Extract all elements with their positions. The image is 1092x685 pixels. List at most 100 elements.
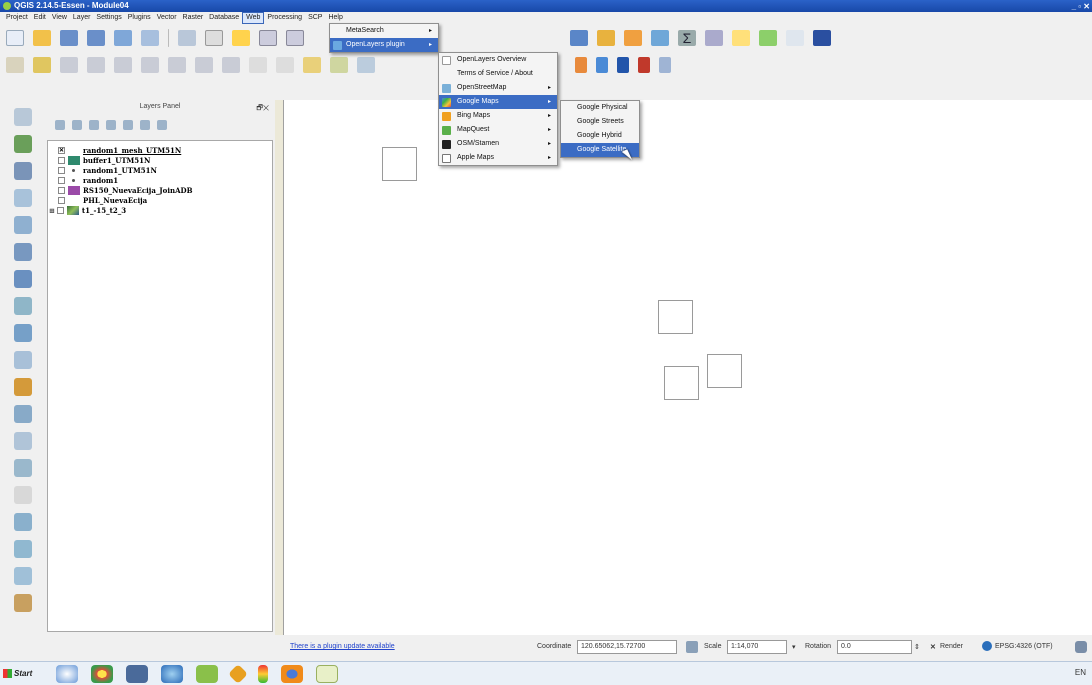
touch-zoom-icon[interactable]: [178, 30, 196, 46]
add-vector-layer-icon[interactable]: [13, 108, 32, 126]
print-composer-icon[interactable]: [114, 30, 132, 46]
menu-item-openlayers-plugin[interactable]: OpenLayers plugin ▸: [330, 38, 438, 52]
pin-labels-icon[interactable]: [330, 57, 348, 73]
panel-float-close-buttons[interactable]: 🗗✕: [256, 102, 269, 116]
add-part-icon[interactable]: [13, 540, 32, 558]
render-label[interactable]: Render: [940, 643, 963, 650]
add-spatialite-layer-icon[interactable]: [13, 189, 32, 207]
redo-icon[interactable]: [276, 57, 294, 73]
copy-features-icon[interactable]: [195, 57, 213, 73]
menu-plugins[interactable]: Plugins: [125, 12, 154, 24]
scp-icon[interactable]: [617, 57, 629, 73]
system-tray-language[interactable]: EN: [1075, 668, 1086, 677]
rotation-stepper-icon[interactable]: ⇕: [914, 643, 920, 651]
georeferencer-icon[interactable]: [596, 57, 608, 73]
render-checkbox-icon[interactable]: ✕: [930, 643, 936, 651]
firefox-taskbar-icon[interactable]: [281, 664, 303, 683]
coordinate-field[interactable]: 120.65062,15.72700: [577, 640, 677, 654]
new-shapefile-icon[interactable]: [13, 432, 32, 450]
menu-item-bing-maps[interactable]: Bing Maps ▸: [439, 109, 557, 123]
collapse-all-icon[interactable]: [140, 120, 150, 130]
layer-visibility-checkbox[interactable]: ✕: [58, 146, 65, 154]
layer-name[interactable]: t1_-15_t2_3: [82, 206, 126, 215]
pan-hand-icon[interactable]: [205, 30, 223, 46]
composer-manager-icon[interactable]: [141, 30, 159, 46]
layer-visibility-checkbox[interactable]: [58, 176, 65, 184]
menu-edit[interactable]: Edit: [31, 12, 49, 24]
layer-name[interactable]: PHL_NuevaEcija: [83, 196, 147, 205]
coordinate-toggle-icon[interactable]: [686, 641, 698, 653]
layer-name[interactable]: random1: [83, 176, 118, 185]
menu-item-apple-maps[interactable]: Apple Maps ▸: [439, 151, 557, 165]
layer-visibility-checkbox[interactable]: [58, 196, 65, 204]
menu-raster[interactable]: Raster: [180, 12, 207, 24]
layer-name[interactable]: random1_mesh_UTM51N: [83, 146, 181, 155]
menu-database[interactable]: Database: [206, 12, 242, 24]
expand-group-icon[interactable]: ⊞: [49, 206, 55, 215]
menu-item-terms-of-service[interactable]: Terms of Service / About: [439, 67, 557, 81]
layer-visibility-checkbox[interactable]: [56, 206, 64, 214]
remove-layer-icon[interactable]: [157, 120, 167, 130]
zoom-in-icon[interactable]: [259, 30, 277, 46]
menu-scp[interactable]: SCP: [305, 12, 325, 24]
add-raster-layer-icon[interactable]: [13, 135, 32, 153]
printer-taskbar-icon[interactable]: [126, 664, 148, 683]
save-project-icon[interactable]: [60, 30, 78, 46]
layer-item[interactable]: PHL_NuevaEcija: [58, 195, 272, 205]
start-button[interactable]: Start: [3, 664, 43, 684]
cut-features-icon[interactable]: [168, 57, 186, 73]
menu-item-google-streets[interactable]: Google Streets: [561, 115, 639, 129]
statistics-sum-icon[interactable]: Σ: [678, 30, 696, 46]
layer-item[interactable]: ✕ random1_mesh_UTM51N: [58, 145, 272, 155]
menu-project[interactable]: Project: [3, 12, 31, 24]
new-spatialite-icon[interactable]: [13, 459, 32, 477]
menu-item-google-maps[interactable]: Google Maps ▸: [439, 95, 557, 109]
menu-item-google-physical[interactable]: Google Physical: [561, 101, 639, 115]
media-player-taskbar-icon[interactable]: [56, 664, 78, 683]
layer-item[interactable]: RS150_NuevaEcija_JoinADB: [58, 185, 272, 195]
add-ring-icon[interactable]: [13, 513, 32, 531]
qgis-taskbar-icon[interactable]: [316, 664, 338, 683]
menu-layer[interactable]: Layer: [70, 12, 94, 24]
add-delimited-text-icon[interactable]: [13, 351, 32, 369]
layer-visibility-checkbox[interactable]: [58, 186, 65, 194]
qgis-browser-taskbar-icon[interactable]: [196, 664, 218, 683]
toggle-editing-icon[interactable]: [33, 57, 51, 73]
offset-curve-icon[interactable]: [13, 594, 32, 612]
layer-item[interactable]: random1_UTM51N: [58, 165, 272, 175]
show-labels-icon[interactable]: [357, 57, 375, 73]
select-features-icon[interactable]: [597, 30, 615, 46]
add-wfs-layer-icon[interactable]: [13, 324, 32, 342]
label-tool-icon[interactable]: [303, 57, 321, 73]
help-book-icon[interactable]: [813, 30, 831, 46]
menu-item-metasearch[interactable]: MetaSearch ▸: [330, 24, 438, 38]
search-layers-icon[interactable]: [659, 57, 671, 73]
menu-item-mapquest[interactable]: MapQuest ▸: [439, 123, 557, 137]
menu-view[interactable]: View: [49, 12, 70, 24]
new-bookmark-icon[interactable]: [759, 30, 777, 46]
current-edits-icon[interactable]: [6, 57, 24, 73]
menu-web[interactable]: Web: [242, 12, 265, 24]
pan-to-selection-icon[interactable]: [232, 30, 250, 46]
add-postgis-layer-icon[interactable]: [13, 162, 32, 180]
attribute-table-icon[interactable]: [651, 30, 669, 46]
identify-icon[interactable]: [570, 30, 588, 46]
add-feature-icon[interactable]: [87, 57, 105, 73]
menu-vector[interactable]: Vector: [154, 12, 180, 24]
open-project-icon[interactable]: [33, 30, 51, 46]
layer-visibility-checkbox[interactable]: [58, 156, 65, 164]
menu-settings[interactable]: Settings: [93, 12, 124, 24]
search-taskbar-icon[interactable]: [161, 664, 183, 683]
new-project-icon[interactable]: [6, 30, 24, 46]
deselect-icon[interactable]: [624, 30, 642, 46]
layer-item[interactable]: buffer1_UTM51N: [58, 155, 272, 165]
node-tool-icon[interactable]: [114, 57, 132, 73]
style-manager-icon[interactable]: [55, 120, 65, 130]
capture-point-icon[interactable]: [13, 486, 32, 504]
text-annotation-icon[interactable]: [786, 30, 804, 46]
zoom-out-icon[interactable]: [286, 30, 304, 46]
save-edits-icon[interactable]: [60, 57, 78, 73]
save-as-icon[interactable]: [87, 30, 105, 46]
reshape-icon[interactable]: [13, 567, 32, 585]
measure-icon[interactable]: [705, 30, 723, 46]
